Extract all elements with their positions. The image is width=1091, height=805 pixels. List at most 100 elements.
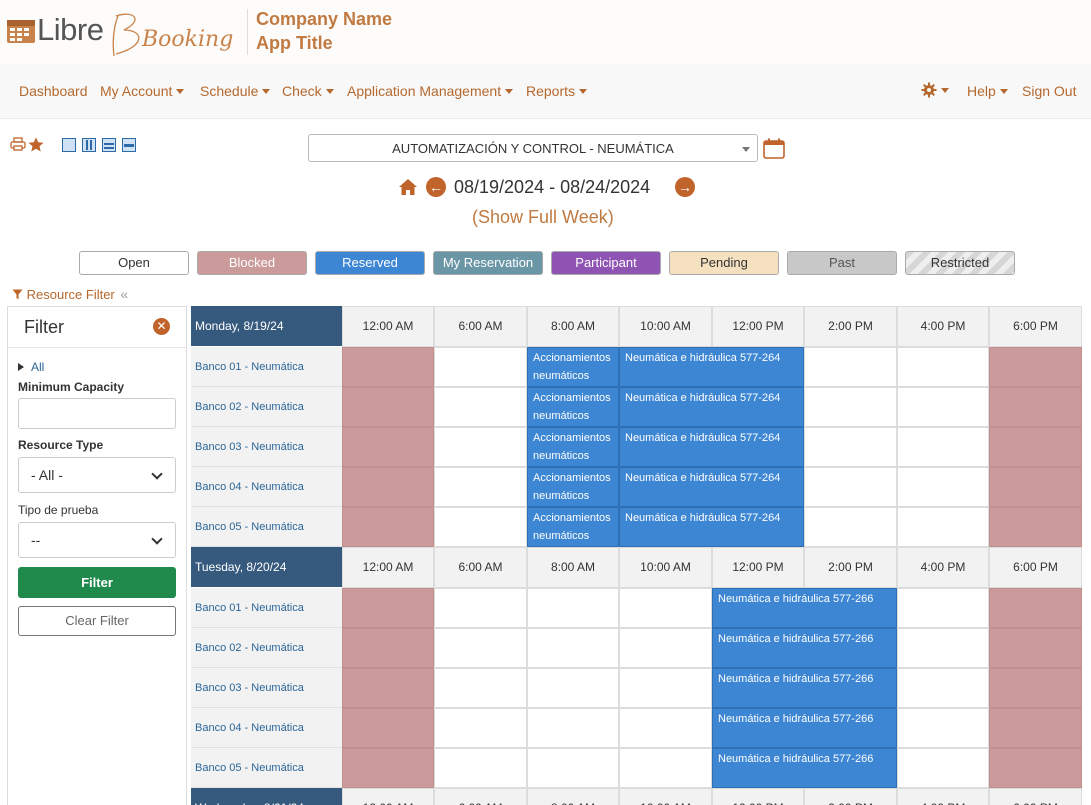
clear-filter-button[interactable]: Clear Filter — [18, 606, 176, 636]
resource-link[interactable]: Banco 05 - Neumática — [191, 507, 342, 547]
slot-cell[interactable] — [434, 708, 527, 748]
arrow-right-icon[interactable]: → — [675, 177, 695, 197]
reservation[interactable]: Neumática e hidráulica 577-264 — [619, 507, 804, 547]
slot-cell[interactable] — [434, 427, 527, 467]
nav-schedule[interactable]: Schedule — [200, 83, 271, 99]
nav-dashboard[interactable]: Dashboard — [19, 83, 88, 99]
slot-cell[interactable] — [619, 628, 712, 668]
slot-cell[interactable] — [434, 467, 527, 507]
slot-cell[interactable] — [527, 588, 619, 628]
slot-cell[interactable] — [434, 347, 527, 387]
wide-view-icon[interactable] — [102, 138, 116, 152]
nav-my-account[interactable]: My Account — [100, 83, 185, 99]
slot-cell[interactable] — [989, 668, 1082, 708]
slot-cell[interactable] — [342, 427, 434, 467]
star-icon[interactable] — [28, 137, 44, 152]
nav-sign-out[interactable]: Sign Out — [1022, 83, 1076, 99]
slot-cell[interactable] — [527, 668, 619, 708]
slot-cell[interactable] — [989, 708, 1082, 748]
arrow-left-icon[interactable]: ← — [426, 177, 446, 197]
slot-cell[interactable] — [434, 588, 527, 628]
resource-link[interactable]: Banco 01 - Neumática — [191, 347, 342, 387]
slot-cell[interactable] — [527, 748, 619, 788]
slot-cell[interactable] — [897, 708, 989, 748]
slot-cell[interactable] — [897, 588, 989, 628]
slot-cell[interactable] — [804, 347, 897, 387]
slot-cell[interactable] — [989, 387, 1082, 427]
week-view-icon[interactable] — [122, 138, 136, 152]
reservation[interactable]: Neumática e hidráulica 577-264 — [619, 427, 804, 467]
slot-cell[interactable] — [897, 748, 989, 788]
slot-cell[interactable] — [897, 387, 989, 427]
slot-cell[interactable] — [804, 387, 897, 427]
resource-link[interactable]: Banco 04 - Neumática — [191, 467, 342, 507]
reservation[interactable]: Neumática e hidráulica 577-266 — [712, 588, 897, 628]
slot-cell[interactable] — [342, 708, 434, 748]
slot-cell[interactable] — [989, 467, 1082, 507]
slot-cell[interactable] — [989, 347, 1082, 387]
reservation[interactable]: Accionamientos neumáticos — [527, 427, 619, 467]
reservation[interactable]: Accionamientos neumáticos — [527, 347, 619, 387]
resource-link[interactable]: Banco 01 - Neumática — [191, 588, 342, 628]
slot-cell[interactable] — [434, 387, 527, 427]
slot-cell[interactable] — [342, 628, 434, 668]
nav-reports[interactable]: Reports — [526, 83, 588, 99]
tipo-prueba-select[interactable]: -- — [18, 522, 176, 558]
show-full-week-link[interactable]: (Show Full Week) — [472, 207, 614, 228]
slot-cell[interactable] — [434, 668, 527, 708]
slot-cell[interactable] — [527, 708, 619, 748]
slot-cell[interactable] — [989, 507, 1082, 547]
reservation[interactable]: Neumática e hidráulica 577-266 — [712, 708, 897, 748]
slot-cell[interactable] — [619, 708, 712, 748]
nav-application-management[interactable]: Application Management — [347, 83, 514, 99]
slot-cell[interactable] — [897, 427, 989, 467]
slot-cell[interactable] — [804, 507, 897, 547]
resource-type-select[interactable]: - All - — [18, 457, 176, 493]
slot-cell[interactable] — [434, 748, 527, 788]
slot-cell[interactable] — [342, 748, 434, 788]
resource-link[interactable]: Banco 03 - Neumática — [191, 427, 342, 467]
filter-button[interactable]: Filter — [18, 567, 176, 598]
calendar-icon[interactable] — [763, 138, 785, 159]
slot-cell[interactable] — [897, 628, 989, 668]
tall-view-icon[interactable] — [82, 138, 96, 152]
app-logo[interactable]: Libre Booking — [6, 6, 242, 62]
reservation[interactable]: Neumática e hidráulica 577-266 — [712, 748, 897, 788]
slot-cell[interactable] — [619, 588, 712, 628]
min-capacity-input[interactable] — [18, 398, 176, 429]
resource-link[interactable]: Banco 05 - Neumática — [191, 748, 342, 788]
slot-cell[interactable] — [804, 467, 897, 507]
slot-cell[interactable] — [342, 588, 434, 628]
slot-cell[interactable] — [989, 427, 1082, 467]
slot-cell[interactable] — [342, 467, 434, 507]
slot-cell[interactable] — [989, 748, 1082, 788]
slot-cell[interactable] — [342, 507, 434, 547]
slot-cell[interactable] — [342, 668, 434, 708]
slot-cell[interactable] — [989, 588, 1082, 628]
slot-cell[interactable] — [897, 347, 989, 387]
slot-cell[interactable] — [989, 628, 1082, 668]
resource-link[interactable]: Banco 02 - Neumática — [191, 628, 342, 668]
slot-cell[interactable] — [897, 507, 989, 547]
nav-check[interactable]: Check — [282, 83, 334, 99]
resource-link[interactable]: Banco 02 - Neumática — [191, 387, 342, 427]
all-resources-toggle[interactable]: All — [18, 360, 44, 374]
reservation[interactable]: Accionamientos neumáticos — [527, 467, 619, 507]
schedule-select[interactable]: AUTOMATIZACIÓN Y CONTROL - NEUMÁTICA — [308, 134, 758, 162]
slot-cell[interactable] — [804, 427, 897, 467]
nav-settings[interactable] — [921, 82, 949, 98]
reservation[interactable]: Neumática e hidráulica 577-266 — [712, 628, 897, 668]
resource-filter-toggle[interactable]: Resource Filter « — [12, 286, 128, 302]
slot-cell[interactable] — [342, 347, 434, 387]
nav-help[interactable]: Help — [967, 83, 1008, 99]
reservation[interactable]: Neumática e hidráulica 577-266 — [712, 668, 897, 708]
slot-cell[interactable] — [434, 507, 527, 547]
standard-view-icon[interactable] — [62, 138, 76, 152]
home-icon[interactable] — [398, 178, 418, 196]
reservation[interactable]: Accionamientos neumáticos — [527, 507, 619, 547]
resource-link[interactable]: Banco 03 - Neumática — [191, 668, 342, 708]
slot-cell[interactable] — [619, 748, 712, 788]
reservation[interactable]: Accionamientos neumáticos — [527, 387, 619, 427]
slot-cell[interactable] — [619, 668, 712, 708]
slot-cell[interactable] — [527, 628, 619, 668]
